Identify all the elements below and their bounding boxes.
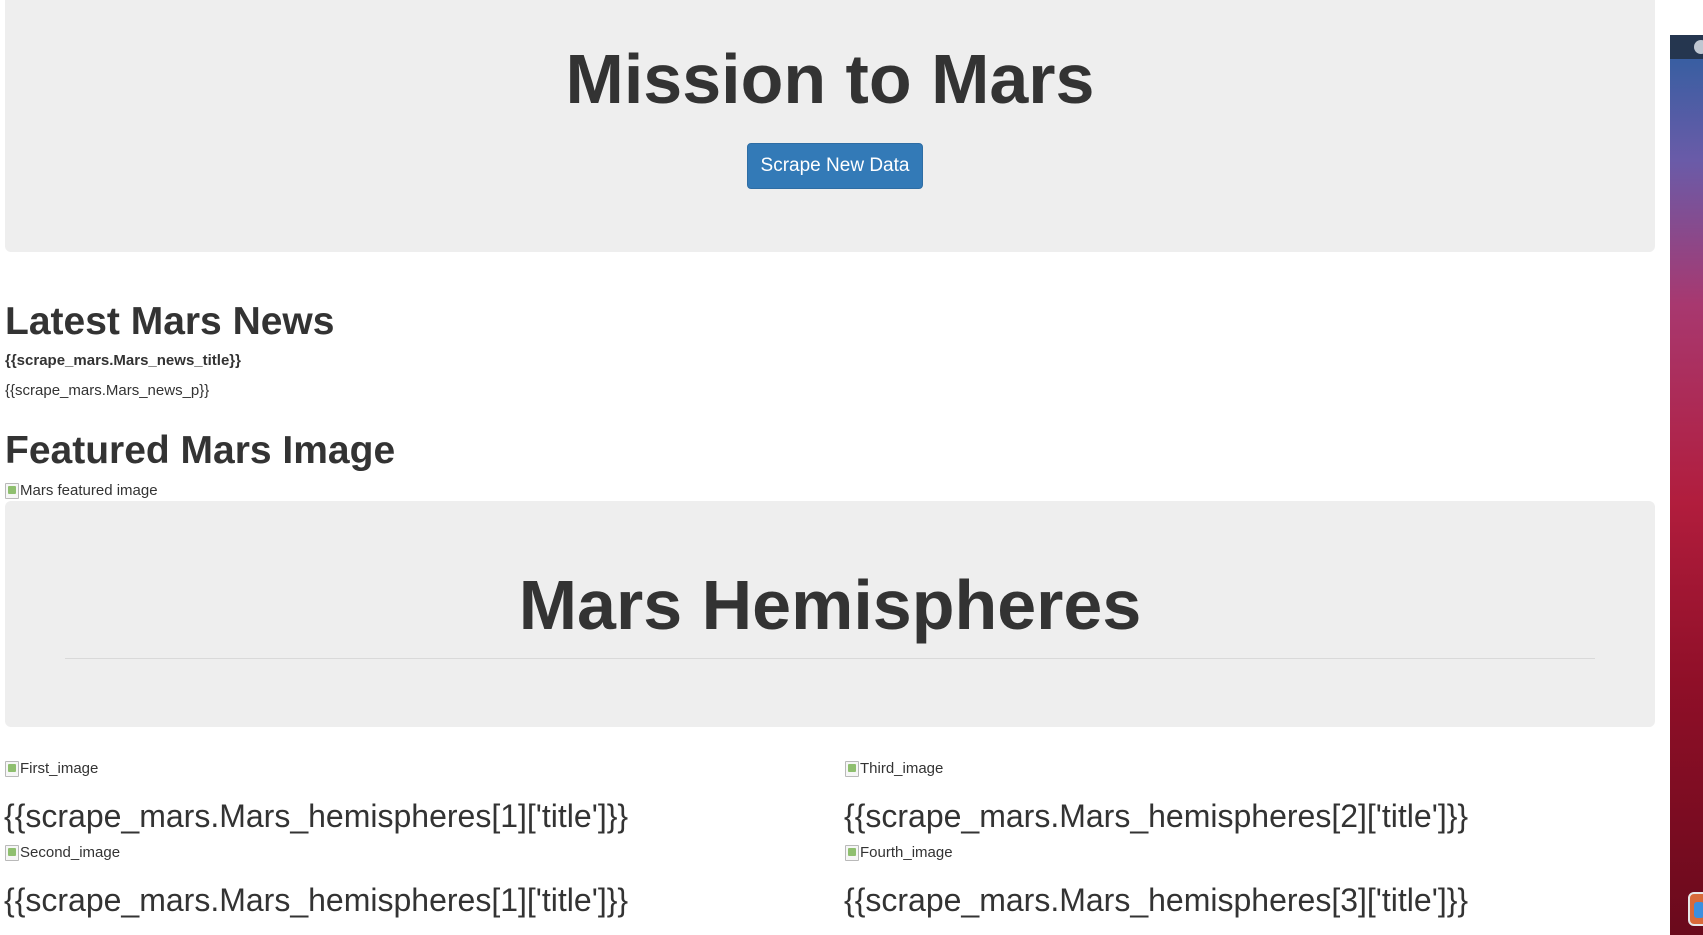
hemisphere-image-alt: Fourth_image: [860, 844, 953, 861]
hemisphere-image-alt: First_image: [20, 760, 99, 777]
page-title: Mission to Mars: [565, 40, 1095, 118]
news-paragraph: {{scrape_mars.Mars_news_p}}: [5, 382, 210, 399]
latest-news-heading: Latest Mars News: [5, 300, 335, 343]
broken-image-icon: [845, 845, 859, 861]
scrape-new-data-button[interactable]: Scrape New Data: [747, 143, 923, 189]
hemisphere-image-third: Third_image: [845, 760, 943, 778]
hemisphere-title: {{scrape_mars.Mars_hemispheres[1]['title…: [4, 798, 629, 834]
featured-image-alt: Mars featured image: [20, 482, 158, 499]
hemisphere-image-first: First_image: [5, 760, 98, 778]
broken-image-icon: [845, 761, 859, 777]
header-jumbotron: Mission to Mars Scrape New Data: [5, 0, 1655, 252]
broken-image-icon: [5, 761, 19, 777]
hemisphere-title: {{scrape_mars.Mars_hemispheres[1]['title…: [4, 882, 629, 918]
broken-image-icon: [5, 483, 19, 499]
hemisphere-image-alt: Second_image: [20, 844, 121, 861]
news-title: {{scrape_mars.Mars_news_title}}: [5, 352, 241, 369]
apple-menu-icon[interactable]: [1694, 40, 1703, 54]
hemisphere-image-fourth: Fourth_image: [845, 844, 953, 862]
hemisphere-title: {{scrape_mars.Mars_hemispheres[2]['title…: [844, 798, 1469, 834]
hemisphere-title: {{scrape_mars.Mars_hemispheres[3]['title…: [844, 882, 1469, 918]
desktop-wallpaper-strip: [1670, 35, 1703, 935]
page: Mission to Mars Scrape New Data Latest M…: [0, 0, 1670, 935]
featured-image: Mars featured image: [5, 482, 158, 500]
broken-image-icon: [5, 845, 19, 861]
hemispheres-heading: Mars Hemispheres: [518, 566, 1142, 644]
hemispheres-jumbotron: Mars Hemispheres: [5, 501, 1655, 727]
featured-image-heading: Featured Mars Image: [5, 429, 396, 472]
finder-dock-icon[interactable]: [1688, 892, 1703, 926]
hemispheres-divider: [65, 658, 1595, 659]
hemisphere-image-second: Second_image: [5, 844, 120, 862]
hemisphere-image-alt: Third_image: [860, 760, 944, 777]
